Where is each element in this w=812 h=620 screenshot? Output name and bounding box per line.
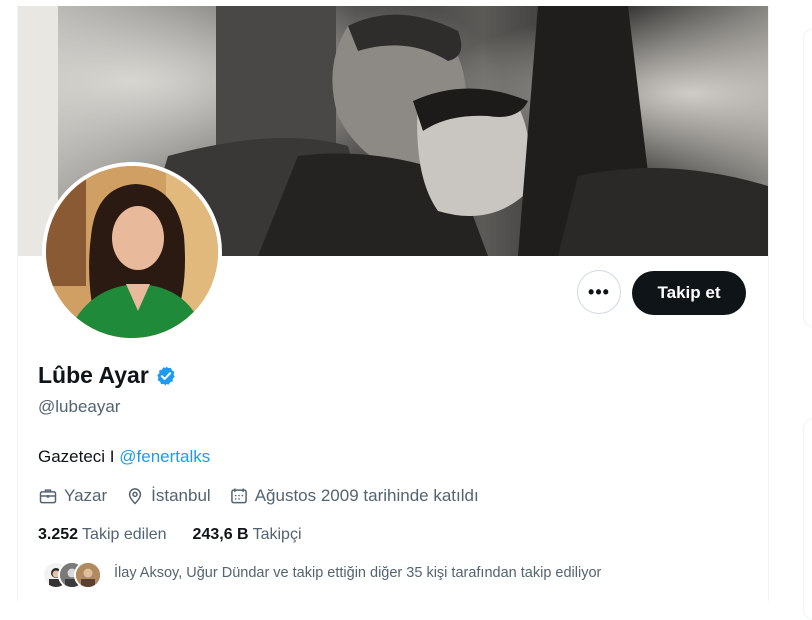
- profile-name-row: Lûbe Ayar: [38, 362, 177, 389]
- bio-mention-link[interactable]: @fenertalks: [119, 447, 210, 466]
- calendar-icon: [230, 488, 247, 504]
- right-sidebar-card: [803, 28, 812, 328]
- briefcase-icon: [39, 489, 57, 504]
- joined-text: Ağustos 2009 tarihinde katıldı: [254, 486, 479, 505]
- profile-column: ••• Takip et Lûbe Ayar @lubeayar Gazetec…: [17, 6, 769, 601]
- following-link[interactable]: 3.252 Takip edilen: [38, 526, 167, 544]
- followers-label: Takipçi: [252, 526, 302, 543]
- more-icon: •••: [588, 281, 610, 302]
- followers-link[interactable]: 243,6 B Takipçi: [193, 526, 302, 544]
- bio-text: Gazeteci I: [38, 447, 120, 466]
- profession-item: Yazar: [38, 486, 107, 506]
- profile-meta: Yazar İstanbul Ağustos 2009 tarihinde ka…: [38, 486, 497, 506]
- verified-badge-icon[interactable]: [155, 365, 177, 387]
- followed-by-avatars: [38, 559, 108, 589]
- mini-avatar: [74, 561, 102, 589]
- profession-text: Yazar: [64, 486, 108, 505]
- followed-by-row[interactable]: İlay Aksoy, Uğur Dündar ve takip ettiğin…: [38, 559, 602, 589]
- following-count: 3.252: [38, 526, 79, 543]
- display-name: Lûbe Ayar: [38, 362, 149, 388]
- joined-item: Ağustos 2009 tarihinde katıldı: [229, 486, 479, 506]
- more-options-button[interactable]: •••: [577, 270, 621, 314]
- following-label: Takip edilen: [82, 526, 167, 543]
- profile-avatar[interactable]: [42, 162, 222, 342]
- avatar-photo: [46, 166, 218, 338]
- follow-button-label: Takip et: [657, 283, 721, 302]
- location-pin-icon: [128, 488, 142, 505]
- location-text: İstanbul: [151, 486, 211, 505]
- location-item: İstanbul: [125, 486, 211, 506]
- profile-bio: Gazeteci I @fenertalks: [38, 447, 210, 467]
- follow-button[interactable]: Takip et: [632, 271, 746, 315]
- followed-by-text: İlay Aksoy, Uğur Dündar ve takip ettiğin…: [114, 565, 602, 581]
- followers-count: 243,6 B: [192, 526, 249, 543]
- right-sidebar-card-lower: [803, 418, 812, 620]
- profile-stats: 3.252 Takip edilen 243,6 B Takipçi: [38, 526, 328, 544]
- profile-handle: @lubeayar: [38, 397, 121, 416]
